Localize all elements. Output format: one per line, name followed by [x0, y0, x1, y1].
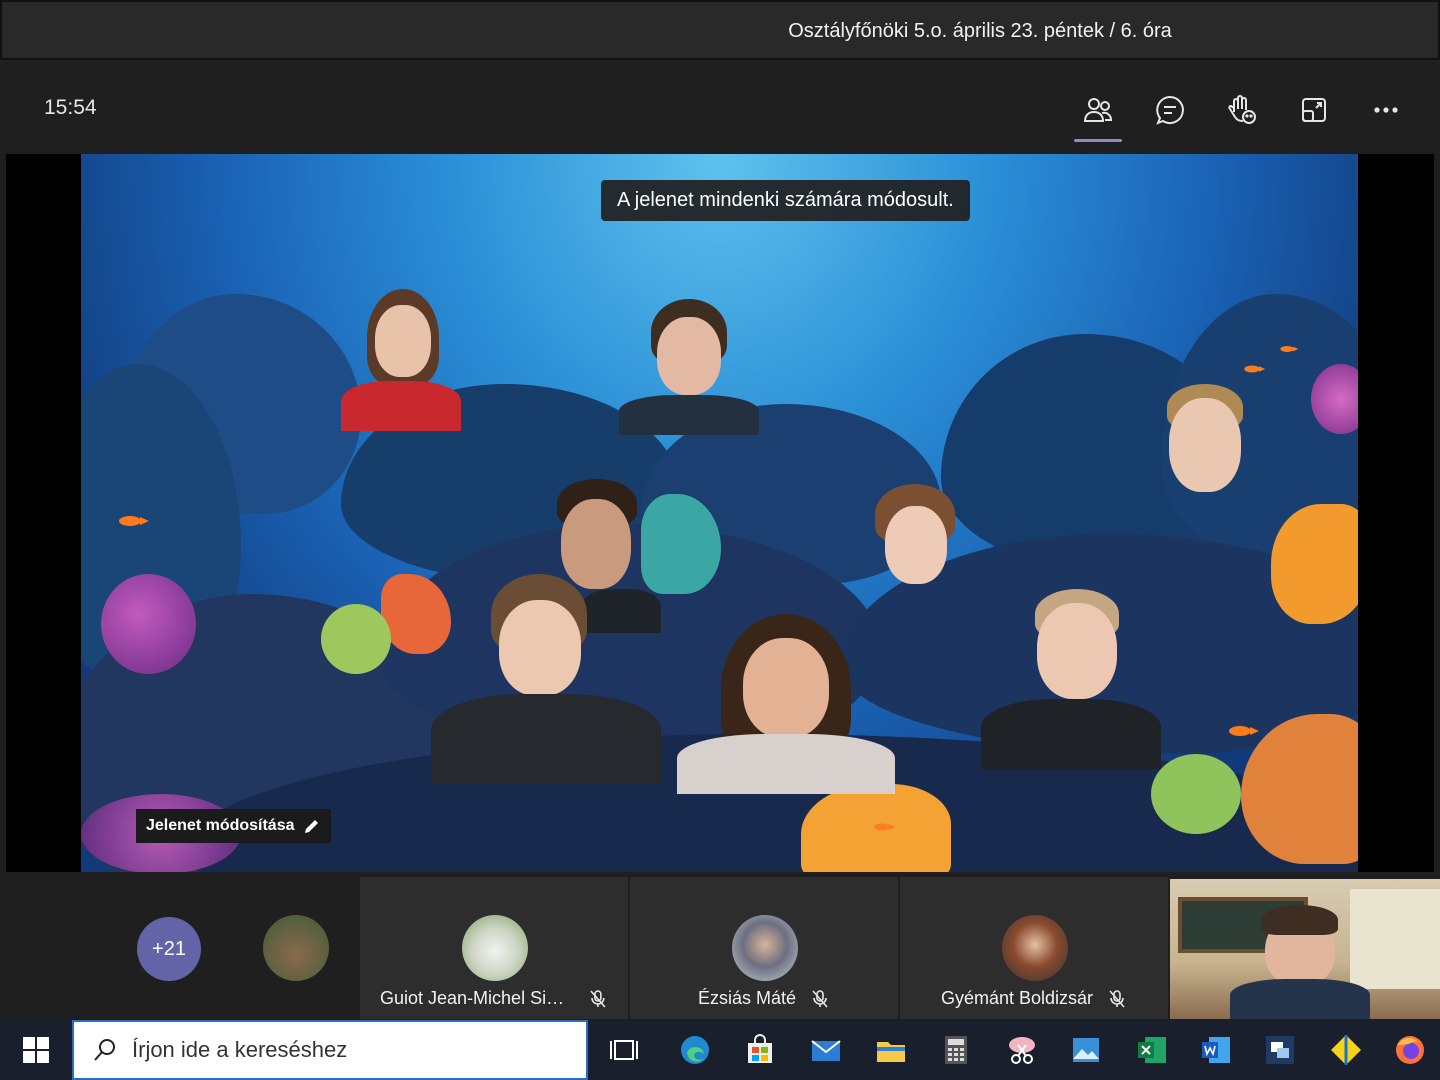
- self-view-video: [1170, 879, 1440, 1019]
- meeting-stage: A jelenet mindenki számára módosult. Jel…: [6, 154, 1434, 872]
- task-view-icon: [610, 1040, 638, 1060]
- scene-participant: [331, 289, 471, 431]
- task-view-button[interactable]: [600, 1026, 648, 1074]
- mic-off-icon: [812, 989, 828, 1008]
- mail-button[interactable]: [802, 1026, 850, 1074]
- chat-button[interactable]: [1146, 86, 1194, 134]
- file-explorer-icon: [877, 1042, 905, 1062]
- firefox-button[interactable]: [1386, 1026, 1434, 1074]
- firefox-icon: [1396, 1036, 1424, 1064]
- more-participants-badge[interactable]: +21: [137, 917, 201, 981]
- scene-participant: [1151, 384, 1261, 514]
- participant-tile[interactable]: Ézsiás Máté: [630, 877, 898, 1019]
- calculator-icon: [945, 1036, 967, 1064]
- taskbar-search[interactable]: [72, 1020, 588, 1080]
- participant-tile[interactable]: Guiot Jean-Michel Sim...: [360, 877, 628, 1019]
- participant-strip: +21 Guiot Jean-Michel Sim... Ézsiás Máté…: [0, 877, 1440, 1019]
- scene-coral: [321, 604, 391, 674]
- participant-avatar[interactable]: [263, 915, 329, 981]
- participant-name: Gyémánt Boldizsár: [940, 988, 1094, 1008]
- file-explorer-button[interactable]: [867, 1026, 915, 1074]
- scene-participant: [671, 614, 901, 794]
- scene-fish: [874, 823, 896, 831]
- scene-fish: [1244, 365, 1266, 373]
- calculator-button[interactable]: [932, 1026, 980, 1074]
- word-button[interactable]: [1192, 1026, 1240, 1074]
- app-button[interactable]: [1322, 1026, 1370, 1074]
- edit-scene-label: Jelenet módosítása: [146, 817, 295, 834]
- excel-icon: [1138, 1037, 1166, 1063]
- avatar: [1002, 915, 1068, 981]
- search-input[interactable]: [132, 1037, 552, 1063]
- participant-tile[interactable]: Gyémánt Boldizsár: [900, 877, 1168, 1019]
- excel-button[interactable]: [1128, 1026, 1176, 1074]
- scene-fish: [1229, 726, 1259, 736]
- pencil-icon: [304, 820, 318, 833]
- edge-button[interactable]: [671, 1026, 719, 1074]
- taskbar: [0, 1020, 1440, 1080]
- participants-button[interactable]: [1074, 86, 1122, 142]
- start-button[interactable]: [0, 1020, 72, 1080]
- remote-desktop-button[interactable]: [1256, 1026, 1304, 1074]
- more-icon: [1374, 107, 1398, 113]
- scene-participant: [971, 589, 1171, 769]
- title-bar: Osztályfőnöki 5.o. április 23. péntek / …: [0, 0, 1440, 60]
- mic-off-icon: [590, 989, 606, 1007]
- windows-icon: [23, 1037, 49, 1063]
- together-mode-scene: A jelenet mindenki számára módosult. Jel…: [81, 154, 1358, 872]
- snip-button[interactable]: [998, 1026, 1046, 1074]
- word-icon: [1202, 1037, 1230, 1063]
- chat-icon: [1156, 95, 1184, 125]
- scene-fish: [1280, 346, 1299, 352]
- store-button[interactable]: [736, 1026, 784, 1074]
- photos-icon: [1073, 1038, 1099, 1062]
- snip-icon: [1009, 1037, 1035, 1064]
- meeting-clock: 15:54: [44, 96, 97, 119]
- meeting-toolbar: 15:54: [0, 60, 1440, 150]
- scene-participant: [431, 574, 661, 784]
- scene-participant: [871, 484, 961, 594]
- store-icon: [748, 1034, 772, 1063]
- scene-changed-notification: A jelenet mindenki számára módosult.: [601, 180, 970, 221]
- scene-coral: [101, 574, 196, 674]
- participant-name: Guiot Jean-Michel Sim...: [380, 988, 575, 1008]
- meeting-title: Osztályfőnöki 5.o. április 23. péntek / …: [788, 20, 1172, 42]
- more-options-button[interactable]: [1362, 86, 1410, 134]
- avatar: [462, 915, 528, 981]
- edit-scene-button[interactable]: Jelenet módosítása: [136, 809, 331, 843]
- remote-desktop-icon: [1266, 1036, 1294, 1064]
- mail-icon: [811, 1040, 841, 1061]
- photos-button[interactable]: [1062, 1026, 1110, 1074]
- rooms-button[interactable]: [1290, 86, 1338, 134]
- scene-coral: [1271, 504, 1358, 624]
- room-icon: [1302, 98, 1326, 122]
- scene-participant: [611, 299, 761, 435]
- scene-fish: [119, 516, 149, 526]
- raise-hand-button[interactable]: [1218, 86, 1266, 134]
- edge-icon: [681, 1036, 709, 1064]
- participant-name: Ézsiás Máté: [697, 988, 797, 1008]
- app-icon: [1331, 1035, 1361, 1065]
- avatar: [732, 915, 798, 981]
- search-icon: [94, 1039, 115, 1061]
- participants-icon: [1083, 98, 1113, 122]
- raise-hand-icon: [1228, 95, 1256, 124]
- mic-off-icon: [1109, 989, 1125, 1008]
